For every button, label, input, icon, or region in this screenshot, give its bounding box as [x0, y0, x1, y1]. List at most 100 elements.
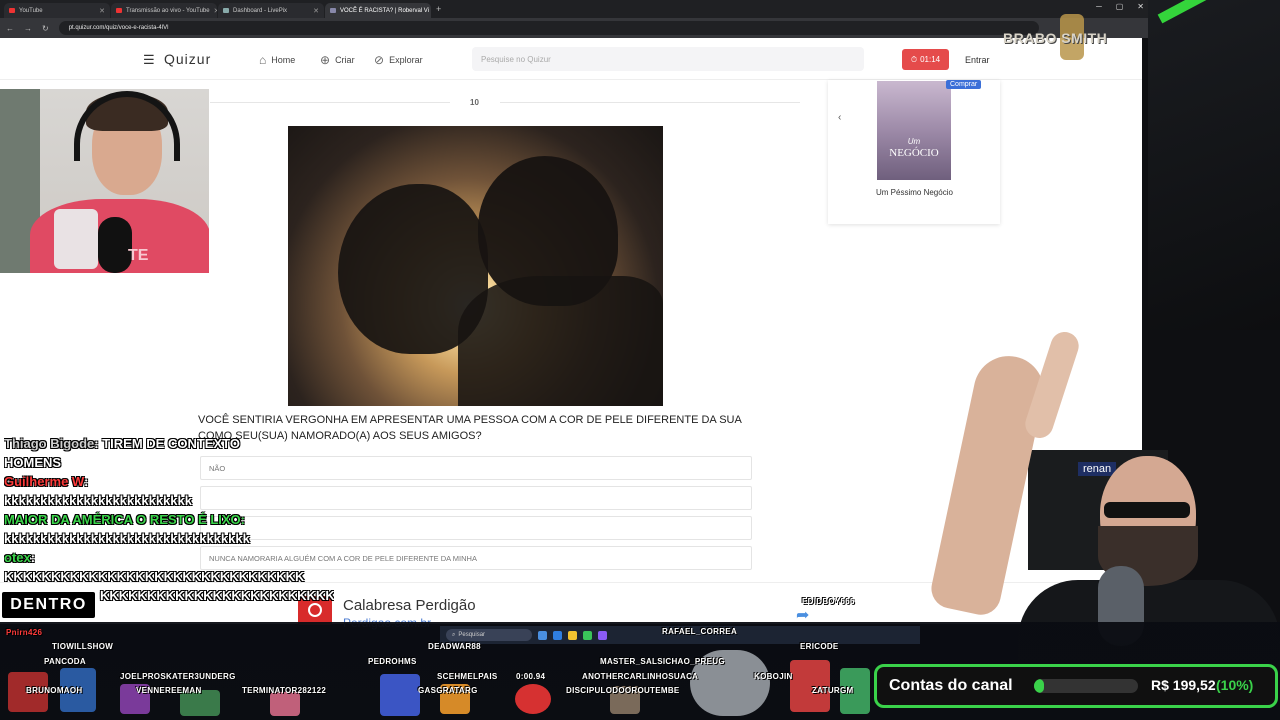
folder-icon[interactable]	[568, 630, 577, 640]
nav-create-label: Criar	[335, 55, 355, 65]
viewer-sprite	[515, 684, 551, 714]
nav-create[interactable]: ⊕ Criar	[320, 53, 355, 67]
viewer-name: JOELPROSKATER3UNDERG	[120, 672, 236, 681]
search-icon: ⌕	[452, 631, 456, 638]
shirt-print: TE	[128, 247, 149, 264]
timer-value: 01:14	[920, 55, 941, 64]
close-icon[interactable]: ✕	[214, 7, 217, 15]
reload-icon[interactable]: ↻	[42, 24, 49, 33]
viewer-name: ZATURGM	[812, 686, 854, 695]
share-icon: ➦	[796, 607, 810, 624]
viewer-name: ANOTHERCARLINHOSUACA	[582, 672, 699, 681]
chat-text: kkkkkkkkkkkkkkkkkkkkkkkkkkkkkkkkkk	[4, 531, 250, 546]
close-icon[interactable]: ✕	[99, 7, 105, 15]
viewer-name: DEADWAR88	[428, 642, 481, 651]
chat-text: MAIOR DA AMÉRICA O RESTO É LIXO:	[4, 512, 245, 527]
new-tab-icon[interactable]: +	[436, 4, 441, 14]
chat-message	[4, 415, 334, 434]
cam-tag: renan	[1078, 462, 1117, 476]
goal-label: Contas do canal	[889, 677, 1013, 694]
donation-goal: Contas do canal R$ 199,52 (10%)	[874, 664, 1278, 708]
taskbar-search-label: Pesquisar	[458, 632, 486, 638]
chat-text: kkkkkkkkkkkkkkkkkkkkkkkkkk	[4, 493, 192, 508]
hamburger-icon[interactable]: ☰	[143, 52, 155, 68]
goal-progress-fill	[1034, 679, 1045, 693]
app-icon[interactable]	[598, 630, 607, 640]
chat-message: Thiago Bigode: TIREM DE CONTEXTO	[4, 434, 334, 453]
chat-overlay: Thiago Bigode: TIREM DE CONTEXTO HOMENS …	[4, 415, 334, 605]
book-title[interactable]: Um Péssimo Negócio	[876, 188, 953, 197]
stream-brand: BRABO SMITH	[1003, 30, 1108, 46]
url-field[interactable]: pt.quizur.com/quiz/voce-e-racista-4lVl	[58, 21, 1039, 35]
forward-icon[interactable]: →	[24, 24, 32, 33]
back-icon[interactable]: ←	[6, 24, 14, 33]
viewer-name: MASTER_SALSICHAO_PREUG	[600, 657, 725, 666]
stream-frame-decoration	[1148, 0, 1280, 330]
viewer-name: DISCIPULODOOROUTEMBE	[566, 686, 680, 695]
silhouette	[458, 276, 663, 406]
maximize-icon[interactable]: ▢	[1116, 2, 1124, 11]
tab-quiz[interactable]: VOCÊ É RACISTA? | Roberval Vi ✕	[325, 3, 431, 18]
viewer-name: PANCODA	[44, 657, 86, 666]
chat-text: HOMENS	[4, 455, 62, 470]
question-number: 10	[470, 98, 479, 107]
edge-icon[interactable]	[553, 630, 562, 640]
timer-badge: ⏱ 01:14	[902, 49, 949, 70]
viewer-sprite	[270, 692, 300, 716]
chat-text: KKKKKKKKKKKKKKKKKKKKKKKKKKKKKKKK	[4, 569, 305, 584]
ad-title: Calabresa Perdigão	[343, 597, 476, 614]
sunglasses	[1104, 502, 1190, 518]
login-button[interactable]: Entrar	[965, 55, 990, 65]
tab-bar: YouTube ✕ Transmissão ao vivo - YouTube …	[0, 0, 1148, 18]
viewer-name: BRUNOMAOH	[26, 686, 83, 695]
viewer-name: EDIDBOY666	[802, 597, 855, 606]
taskview-icon[interactable]	[538, 630, 547, 640]
plus-circle-icon: ⊕	[320, 53, 331, 67]
clock-icon: ⏱	[910, 54, 918, 64]
tab-title: Dashboard - LivePix	[233, 7, 288, 14]
viewer-name: RAFAEL_CORREA	[662, 627, 738, 636]
chat-message: otex:	[4, 548, 334, 567]
dentro-badge: DENTRO	[0, 590, 97, 620]
tab-dashboard[interactable]: Dashboard - LivePix ✕	[218, 3, 324, 18]
quizur-icon	[330, 8, 336, 13]
book-cover[interactable]: Um NEGÓCIO	[877, 81, 951, 180]
youtube-icon	[116, 8, 122, 13]
nav-explore-label: Explorar	[389, 55, 423, 65]
nav-explore[interactable]: ⊘ Explorar	[374, 53, 423, 67]
question-image	[288, 126, 663, 406]
tab-youtube[interactable]: YouTube ✕	[4, 3, 110, 18]
viewer-name: PEDROHMS	[368, 657, 417, 666]
divider	[500, 102, 800, 103]
chat-text: TIREM DE CONTEXTO	[102, 436, 240, 451]
minimize-icon[interactable]: ─	[1096, 2, 1102, 11]
chat-message: kkkkkkkkkkkkkkkkkkkkkkkkkk	[4, 491, 334, 510]
chat-message: KKKKKKKKKKKKKKKKKKKKKKKKKKKKKKKK	[4, 567, 334, 586]
viewer-name: VENNEREEMAN	[136, 686, 202, 695]
screen: YouTube ✕ Transmissão ao vivo - YouTube …	[0, 0, 1280, 720]
book-cover-text: NEGÓCIO	[889, 147, 939, 159]
nav-home[interactable]: ⌂ Home	[259, 53, 295, 67]
viewer-name: 0:00.94	[516, 672, 546, 681]
close-icon[interactable]: ✕	[313, 7, 319, 15]
divider	[210, 102, 450, 103]
tab-title: YouTube	[19, 7, 43, 14]
viewer-name: TERMINATOR282122	[242, 686, 327, 695]
chat-sep: :	[30, 550, 36, 565]
site-logo[interactable]: Quizur	[164, 51, 211, 67]
search-input[interactable]: Pesquise no Quizur	[472, 47, 864, 71]
goal-amount: R$ 199,52	[1151, 677, 1216, 693]
chat-username: Thiago Bigode	[4, 436, 95, 451]
viewer-name: TIOWILLSHOW	[52, 642, 114, 651]
chat-username: Guilherme W	[4, 474, 84, 489]
chat-username: otex	[4, 550, 31, 565]
taskbar-search[interactable]: ⌕ Pesquisar	[446, 629, 532, 641]
tab-live[interactable]: Transmissão ao vivo - YouTube ✕	[111, 3, 217, 18]
chevron-left-icon[interactable]: ‹	[838, 112, 841, 123]
chrome-icon[interactable]	[583, 630, 592, 640]
buy-badge[interactable]: Comprar	[946, 80, 982, 89]
close-window-icon[interactable]: ✕	[1137, 2, 1144, 11]
headset-icon	[74, 91, 180, 161]
mug	[54, 209, 98, 269]
book-cover-text: Um	[907, 137, 921, 146]
